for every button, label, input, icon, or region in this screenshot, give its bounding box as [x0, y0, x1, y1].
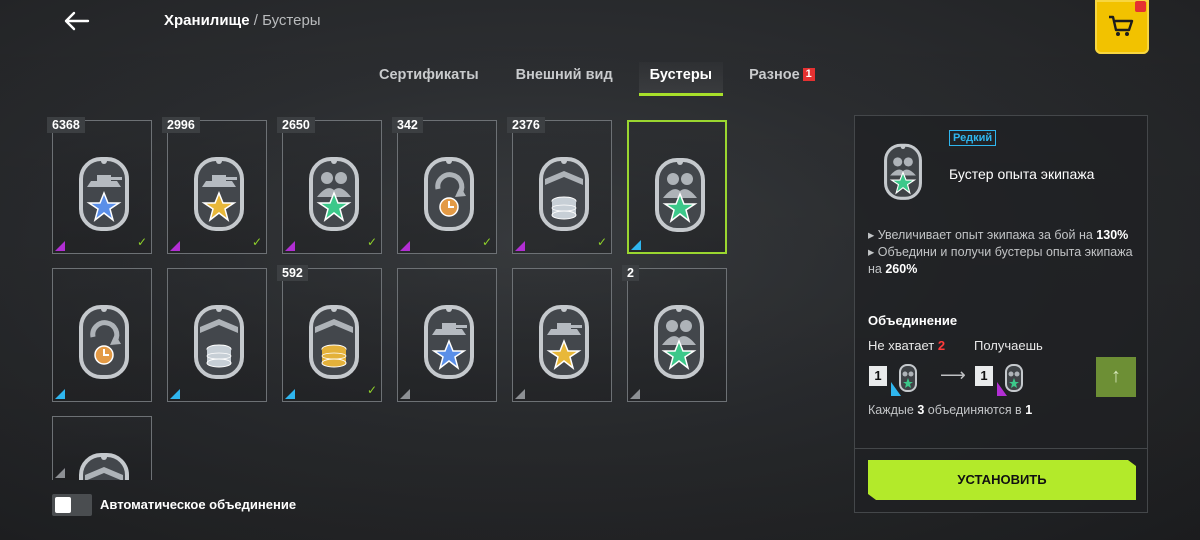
- shop-button[interactable]: [1095, 0, 1149, 54]
- booster-count: 2996: [162, 117, 200, 133]
- rarity-corner-icon: [630, 389, 640, 399]
- crew-booster-icon: [884, 143, 922, 200]
- tab-count-badge: 1: [802, 68, 815, 81]
- booster-coins-icon: [190, 301, 248, 386]
- booster-count: 6368: [47, 117, 85, 133]
- merge-up-button[interactable]: ↑: [1096, 357, 1136, 397]
- crew-booster-epic-icon: [997, 364, 1023, 396]
- rarity-corner-icon: [55, 389, 65, 399]
- category-tabs: Сертификаты Внешний вид Бустеры Разное 1: [368, 62, 841, 96]
- booster-crew-icon: [305, 153, 363, 238]
- tab-misc[interactable]: Разное 1: [738, 62, 826, 96]
- booster-description: ▸ Увеличивает опыт экипажа за бой на 130…: [868, 227, 1138, 278]
- booster-crew-icon: [651, 154, 709, 239]
- back-arrow-icon[interactable]: [62, 10, 90, 32]
- booster-count: 2376: [507, 117, 545, 133]
- booster-card[interactable]: [627, 120, 727, 254]
- panel-divider: [855, 448, 1147, 449]
- rarity-badge: Редкий: [949, 130, 997, 146]
- booster-card[interactable]: 342 ✓: [392, 117, 497, 254]
- check-icon: ✓: [596, 235, 607, 249]
- booster-tank-icon: [535, 301, 593, 386]
- have-quantity: 1: [869, 366, 887, 386]
- merge-section-title: Объединение: [868, 313, 958, 328]
- booster-name: Бустер опыта экипажа: [949, 166, 1095, 182]
- lacking-label: Не хватает 2: [868, 338, 946, 353]
- breadcrumb-current[interactable]: Хранилище: [164, 12, 250, 29]
- check-icon: ✓: [136, 235, 147, 249]
- rarity-corner-icon: [400, 389, 410, 399]
- tab-label: Бустеры: [649, 67, 713, 83]
- booster-cycle-icon: [420, 153, 478, 238]
- breadcrumb-separator: /: [253, 12, 258, 29]
- merge-ratio-text: Каждые 3 объединяются в 1: [868, 403, 1033, 417]
- tab-certificates[interactable]: Сертификаты: [368, 62, 490, 96]
- rarity-corner-icon: [285, 389, 295, 399]
- booster-coins-icon: [75, 449, 133, 480]
- auto-merge-toggle[interactable]: [52, 494, 92, 516]
- tab-appearance[interactable]: Внешний вид: [505, 62, 624, 96]
- booster-card[interactable]: 6368 ✓: [47, 117, 152, 254]
- booster-card[interactable]: 2376 ✓: [507, 117, 612, 254]
- booster-card[interactable]: [397, 268, 497, 402]
- booster-count: 592: [277, 265, 308, 281]
- install-button[interactable]: УСТАНОВИТЬ: [868, 460, 1136, 500]
- lacking-count: 2: [937, 338, 946, 353]
- booster-card[interactable]: 592 ✓: [277, 265, 382, 402]
- rarity-corner-icon: [400, 241, 410, 251]
- booster-count: 2: [622, 265, 639, 281]
- booster-tank-icon: [420, 301, 478, 386]
- tab-boosters[interactable]: Бустеры: [638, 62, 724, 96]
- toggle-knob: [55, 497, 71, 513]
- booster-card[interactable]: [167, 268, 267, 402]
- booster-coins-icon: [305, 301, 363, 386]
- check-icon: ✓: [251, 235, 262, 249]
- tab-label: Разное: [749, 67, 800, 83]
- booster-card[interactable]: 2996 ✓: [162, 117, 267, 254]
- rarity-corner-icon: [631, 240, 641, 250]
- rarity-corner-icon: [515, 241, 525, 251]
- tab-label: Внешний вид: [515, 67, 613, 83]
- merge-arrow-icon: ⟶: [940, 365, 966, 385]
- booster-crew-icon: [650, 301, 708, 386]
- breadcrumb: Хранилище / Бустеры: [164, 12, 321, 29]
- booster-count: 2650: [277, 117, 315, 133]
- rarity-corner-icon: [285, 241, 295, 251]
- description-line-2: ▸ Объедини и получи бустеры опыта экипаж…: [868, 245, 1133, 276]
- booster-coins-icon: [535, 153, 593, 238]
- booster-card[interactable]: [52, 268, 152, 402]
- booster-card[interactable]: [52, 416, 152, 480]
- tab-label: Сертификаты: [379, 67, 479, 83]
- check-icon: ✓: [366, 383, 377, 397]
- booster-card[interactable]: 2: [622, 265, 727, 402]
- get-quantity: 1: [975, 366, 993, 386]
- rarity-corner-icon: [515, 389, 525, 399]
- booster-details-panel: Редкий Бустер опыта экипажа ▸ Увеличивае…: [854, 115, 1148, 513]
- breadcrumb-subpage: Бустеры: [262, 12, 321, 29]
- booster-card[interactable]: 2650 ✓: [277, 117, 382, 254]
- booster-tank-icon: [190, 153, 248, 238]
- description-line-1: ▸ Увеличивает опыт экипажа за бой на 130…: [868, 228, 1129, 242]
- shopping-cart-icon: [1109, 15, 1134, 36]
- booster-count: 342: [392, 117, 423, 133]
- booster-card[interactable]: [512, 268, 612, 402]
- rarity-corner-icon: [55, 468, 65, 478]
- rarity-corner-icon: [170, 389, 180, 399]
- booster-cycle-icon: [75, 301, 133, 386]
- rarity-corner-icon: [170, 241, 180, 251]
- shop-notification-badge: [1135, 1, 1146, 12]
- check-icon: ✓: [481, 235, 492, 249]
- receive-label: Получаешь: [974, 338, 1043, 353]
- check-icon: ✓: [366, 235, 377, 249]
- booster-tank-icon: [75, 153, 133, 238]
- rarity-corner-icon: [55, 241, 65, 251]
- auto-merge-label: Автоматическое объединение: [100, 497, 297, 512]
- crew-booster-icon: [891, 364, 917, 396]
